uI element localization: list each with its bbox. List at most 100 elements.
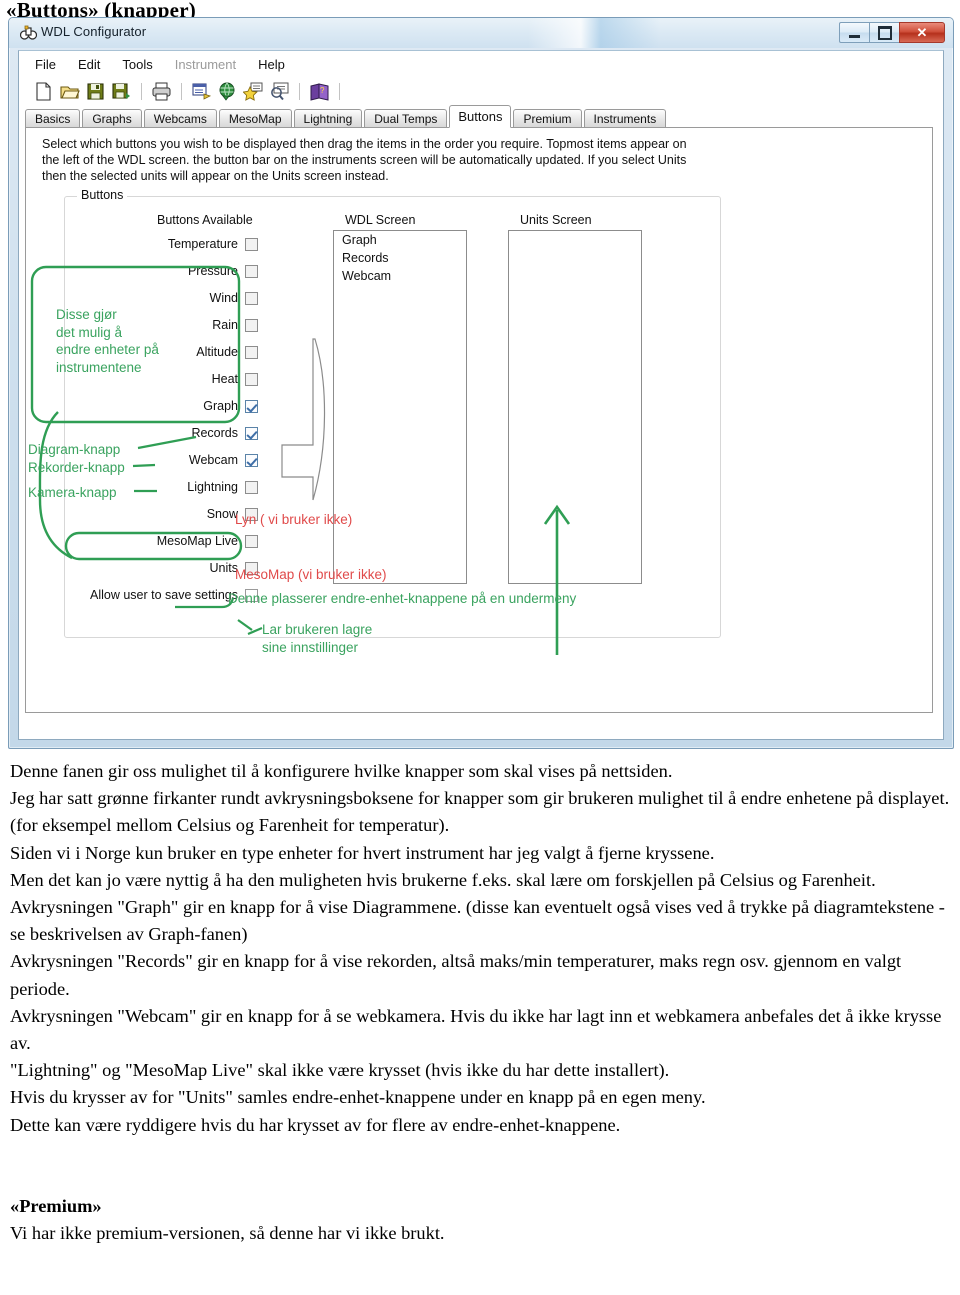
premium-text: Vi har ikke premium-versionen, så denne … (10, 1223, 445, 1244)
checkbox-row-mesomap-live[interactable]: MesoMap Live (120, 531, 258, 551)
checkbox-graph[interactable] (245, 399, 258, 413)
prose-line: Men det kan jo være nyttig å ha den muli… (10, 869, 876, 890)
menu-item-instrument: Instrument (174, 56, 237, 72)
print-icon[interactable] (151, 81, 172, 102)
tab-graphs[interactable]: Graphs (82, 109, 142, 128)
list-item[interactable]: Records (334, 249, 466, 267)
menu-item-file[interactable]: File (35, 57, 56, 72)
new-file-icon[interactable] (33, 81, 54, 102)
checkbox-heat[interactable] (245, 372, 258, 386)
preview-search-icon[interactable] (269, 81, 290, 102)
body-prose: Denne fanen gir oss mulighet til å konfi… (10, 758, 952, 1247)
checkbox-label: Rain (212, 318, 238, 332)
toolbar-separator (339, 82, 340, 100)
checkbox-row-allow-save[interactable]: Allow user to save settings (75, 585, 258, 605)
premium-heading: «Premium» (10, 1195, 102, 1216)
checkbox-row-temperature[interactable]: Temperature (120, 234, 258, 254)
tab-premium[interactable]: Premium (513, 109, 582, 128)
prose-line: Denne fanen gir oss mulighet til å konfi… (10, 761, 673, 781)
checkbox-label: Records (191, 426, 238, 440)
prose-line: Jeg har satt grønne firkanter rundt avkr… (10, 788, 950, 836)
tab-buttons[interactable]: Buttons (449, 105, 512, 128)
window-title: WDL Configurator (41, 24, 147, 39)
close-button[interactable]: ✕ (899, 22, 945, 43)
buttons-group-box: Buttons Buttons Available WDL Screen Uni… (64, 188, 721, 638)
minimize-button[interactable] (839, 22, 869, 43)
menu-bar: File Edit Tools Instrument Help (19, 51, 943, 77)
column-header-available: Buttons Available (157, 213, 253, 227)
checkbox-row-lightning[interactable]: Lightning (120, 477, 258, 497)
globe-upload-icon[interactable] (217, 81, 238, 102)
toolbar-separator (181, 82, 182, 100)
checkbox-wind[interactable] (245, 291, 258, 305)
svg-text:?: ? (320, 86, 325, 95)
checkbox-webcam[interactable] (245, 453, 258, 467)
open-folder-icon[interactable] (59, 81, 80, 102)
tab-mesomap[interactable]: MesoMap (218, 109, 292, 128)
toolbar: ? (19, 77, 943, 105)
wdl-screen-listbox[interactable]: Graph Records Webcam (333, 230, 467, 584)
star-preview-icon[interactable] (243, 81, 264, 102)
column-header-units-screen: Units Screen (520, 213, 592, 227)
caption-buttons: ✕ (839, 22, 945, 43)
tab-lightning[interactable]: Lightning (293, 109, 363, 128)
checkbox-label-allow-save: Allow user to save settings (90, 588, 238, 602)
save-disk-icon[interactable] (85, 81, 106, 102)
checkbox-row-snow[interactable]: Snow (120, 504, 258, 524)
help-book-icon[interactable]: ? (309, 81, 330, 102)
checkbox-pressure[interactable] (245, 264, 258, 278)
client-area: File Edit Tools Instrument Help ? Basics… (18, 50, 944, 740)
prose-line: Avkrysningen "Graph" gir en knapp for å … (10, 897, 945, 945)
checkbox-records[interactable] (245, 426, 258, 440)
list-item[interactable]: Webcam (334, 267, 466, 285)
list-item[interactable]: Graph (334, 231, 466, 249)
binoculars-icon (19, 25, 38, 40)
checkbox-altitude[interactable] (245, 345, 258, 359)
instructions-text: Select which buttons you wish to be disp… (42, 137, 687, 183)
maximize-button[interactable] (869, 22, 899, 43)
checkbox-row-units[interactable]: Units (120, 558, 258, 578)
prose-spacer (10, 1139, 952, 1166)
checkbox-row-wind[interactable]: Wind (120, 288, 258, 308)
group-legend: Buttons (77, 188, 128, 202)
checkbox-label: MesoMap Live (156, 534, 238, 548)
checkbox-units[interactable] (245, 561, 258, 575)
menu-item-help[interactable]: Help (258, 57, 285, 72)
checkbox-temperature[interactable] (245, 237, 258, 251)
toolbar-separator (299, 82, 300, 100)
checkbox-label: Wind (209, 291, 238, 305)
checkbox-label: Webcam (188, 453, 238, 467)
checkbox-mesomap-live[interactable] (245, 534, 258, 548)
checkbox-row-webcam[interactable]: Webcam (120, 450, 258, 470)
checkbox-row-rain[interactable]: Rain (120, 315, 258, 335)
menu-item-edit[interactable]: Edit (78, 57, 100, 72)
wizard-form-icon[interactable] (191, 81, 212, 102)
prose-line: Siden vi i Norge kun bruker en type enhe… (10, 842, 715, 863)
tab-instruments[interactable]: Instruments (583, 109, 667, 128)
prose-line: Avkrysningen "Webcam" gir en knapp for å… (10, 1005, 942, 1054)
toolbar-separator (141, 82, 142, 100)
prose-line: Hvis du krysser av for "Units" samles en… (10, 1087, 706, 1108)
menu-item-tools[interactable]: Tools (122, 57, 152, 72)
prose-line: Avkrysningen "Records" gir en knapp for … (10, 951, 902, 999)
units-screen-listbox[interactable] (508, 230, 642, 584)
checkbox-label: Pressure (187, 264, 238, 278)
checkbox-row-altitude[interactable]: Altitude (120, 342, 258, 362)
app-window: WDL Configurator ✕ File Edit Tools Instr… (8, 17, 954, 749)
save-as-disk-icon[interactable] (111, 81, 132, 102)
checkbox-snow[interactable] (245, 507, 258, 521)
checkbox-row-records[interactable]: Records (120, 423, 258, 443)
checkbox-row-pressure[interactable]: Pressure (120, 261, 258, 281)
checkbox-label: Units (209, 561, 238, 575)
checkbox-lightning[interactable] (245, 480, 258, 494)
checkbox-row-graph[interactable]: Graph (120, 396, 258, 416)
prose-line: Dette kan være ryddigere hvis du har kry… (10, 1114, 621, 1135)
tab-basics[interactable]: Basics (25, 109, 81, 128)
tab-dual-temps[interactable]: Dual Temps (364, 109, 448, 128)
checkbox-row-heat[interactable]: Heat (120, 369, 258, 389)
checkbox-allow-save[interactable] (245, 588, 258, 602)
prose-line: "Lightning" og "MesoMap Live" skal ikke … (10, 1060, 670, 1081)
tab-webcams[interactable]: Webcams (143, 109, 217, 128)
checkbox-rain[interactable] (245, 318, 258, 332)
checkbox-label: Graph (203, 399, 238, 413)
